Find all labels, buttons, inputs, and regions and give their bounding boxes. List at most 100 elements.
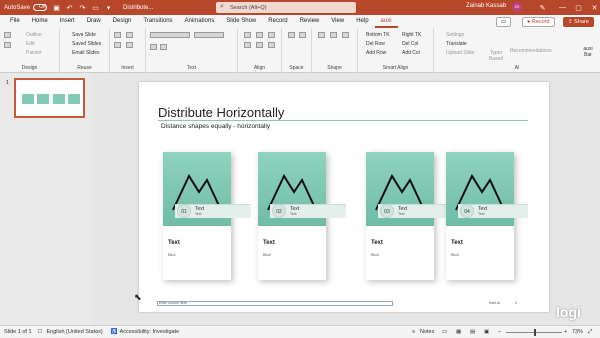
slide-counter[interactable]: Slide 1 of 1	[4, 329, 32, 335]
bottom-tk-button[interactable]: Bottom TK	[366, 32, 390, 38]
card-4[interactable]: 04 Text Text Text Bio4	[446, 152, 528, 280]
distribute-vertical-icon[interactable]	[299, 32, 306, 38]
group-space: Space	[282, 28, 312, 73]
zoom-level[interactable]: 73%	[572, 329, 583, 335]
notes-button[interactable]: Notes	[420, 329, 434, 335]
avatar[interactable]: ZK	[512, 2, 522, 12]
maximize-icon[interactable]: ▢	[574, 3, 583, 12]
undo-icon[interactable]: ↶	[65, 3, 74, 12]
present-icon[interactable]: ▭	[91, 3, 100, 12]
font-size-box[interactable]	[194, 32, 224, 38]
slide-subtitle[interactable]: Distance shapes equally - horizontally	[161, 123, 270, 130]
group-label-text: Text	[186, 65, 197, 71]
font-box[interactable]	[150, 32, 190, 38]
typer-based-button[interactable]: Typer Based	[486, 50, 506, 62]
auxi-bar-button[interactable]: auxi Bar	[582, 46, 594, 58]
group-insert: Insert	[110, 28, 146, 73]
email-slides-button[interactable]: Email Slides	[72, 50, 100, 56]
zoom-slider-thumb[interactable]	[534, 329, 536, 336]
bold-icon[interactable]	[150, 44, 157, 50]
add-row-button[interactable]: Add Row	[366, 50, 386, 56]
customize-qat-icon[interactable]: ▾	[104, 3, 113, 12]
slide-canvas[interactable]: Distribute Horizontally Distance shapes …	[139, 82, 549, 312]
del-row-button[interactable]: Del Row	[366, 41, 385, 47]
accessibility-status[interactable]: Accessibility: Investigate	[120, 329, 180, 335]
card-1[interactable]: 01 Text Text Text Bio1	[163, 152, 251, 280]
settings-button[interactable]: Settings	[446, 32, 464, 38]
painter-button[interactable]: Painter	[26, 50, 42, 56]
shape-size-icon[interactable]	[342, 32, 349, 38]
recommendations-button[interactable]: Recommendations	[510, 48, 552, 54]
align-middle-icon[interactable]	[256, 42, 263, 48]
card-band-subtitle: Text	[478, 212, 485, 216]
comments-button[interactable]: ▭	[496, 17, 512, 27]
fit-slide-icon[interactable]: ⤢	[588, 329, 592, 336]
minimize-icon[interactable]: —	[558, 3, 567, 12]
tab-view[interactable]: View	[325, 15, 350, 28]
language-status[interactable]: English (United States)	[46, 329, 102, 335]
align-top-icon[interactable]	[244, 42, 251, 48]
tab-insert[interactable]: Insert	[54, 15, 81, 28]
tab-slide-show[interactable]: Slide Show	[220, 15, 262, 28]
reading-view-icon[interactable]: ▤	[470, 329, 475, 335]
insert-shape-icon[interactable]	[114, 42, 121, 48]
zoom-in-icon[interactable]: +	[564, 329, 567, 335]
slide-title[interactable]: Distribute Horizontally	[158, 105, 284, 120]
tab-review[interactable]: Review	[294, 15, 326, 28]
save-icon[interactable]: ▣	[52, 3, 61, 12]
tab-auxi[interactable]: auxi	[374, 15, 398, 28]
search-box[interactable]: ⌕ Search (Alt+Q)	[216, 2, 356, 13]
align-center-icon[interactable]	[256, 32, 263, 38]
card-title: Text	[263, 240, 275, 246]
footer-source[interactable]: Enter source here	[157, 301, 393, 306]
translate-button[interactable]: Translate	[446, 41, 467, 47]
tab-design[interactable]: Design	[107, 15, 138, 28]
pen-icon[interactable]: ✎	[538, 3, 547, 12]
edit-icon[interactable]	[4, 42, 11, 48]
shape-height-icon[interactable]	[330, 32, 337, 38]
normal-view-icon[interactable]: ▭	[442, 329, 447, 335]
group-ai: Settings Translate Upload Slide Typer Ba…	[434, 28, 600, 73]
card-3[interactable]: 03 Text Text Text Bio3	[366, 152, 454, 280]
user-name[interactable]: Zainab Kassab	[466, 3, 506, 9]
share-button[interactable]: ⇪ Share	[563, 17, 594, 27]
redo-icon[interactable]: ↷	[78, 3, 87, 12]
autosave-toggle[interactable]: Off	[33, 4, 48, 11]
italic-icon[interactable]	[160, 44, 167, 50]
design-icon[interactable]	[4, 32, 11, 38]
slide-sorter-icon[interactable]: ▦	[456, 329, 461, 335]
insert-chart-icon[interactable]	[114, 32, 121, 38]
outline-button[interactable]: Outline	[26, 32, 42, 38]
slideshow-view-icon[interactable]: ▣	[484, 329, 489, 335]
zoom-out-icon[interactable]: −	[498, 329, 501, 335]
tab-animations[interactable]: Animations	[179, 15, 221, 28]
tab-transitions[interactable]: Transitions	[137, 15, 178, 28]
record-button[interactable]: ● Record	[522, 17, 555, 27]
tab-home[interactable]: Home	[26, 15, 54, 28]
close-icon[interactable]: ✕	[590, 3, 599, 12]
card-2[interactable]: 02 Text Text Text Bio2	[258, 152, 346, 280]
group-label-ai: AI	[514, 65, 520, 71]
align-bottom-icon[interactable]	[268, 42, 275, 48]
tab-draw[interactable]: Draw	[81, 15, 107, 28]
save-slide-button[interactable]: Save Slide	[72, 32, 96, 38]
upload-slide-button[interactable]: Upload Slide	[446, 50, 474, 56]
edit-button[interactable]: Edit	[26, 41, 35, 47]
tab-file[interactable]: File	[4, 15, 26, 28]
insert-table-icon[interactable]	[126, 32, 133, 38]
right-tk-button[interactable]: Right TK	[402, 32, 421, 38]
align-left-icon[interactable]	[244, 32, 251, 38]
insert-image-icon[interactable]	[126, 42, 133, 48]
saved-slides-button[interactable]: Saved Slides	[72, 41, 101, 47]
tab-help[interactable]: Help	[350, 15, 374, 28]
add-col-button[interactable]: Add Col	[402, 50, 420, 56]
slide-thumbnail[interactable]	[14, 78, 85, 118]
group-label-reuse: Reuse	[77, 65, 92, 71]
spellcheck-icon[interactable]: ☐	[38, 329, 43, 335]
del-col-button[interactable]: Del Col	[402, 41, 418, 47]
distribute-horizontal-icon[interactable]	[288, 32, 295, 38]
document-title[interactable]: Distribute...	[123, 5, 153, 11]
shape-width-icon[interactable]	[318, 32, 325, 38]
tab-record[interactable]: Record	[262, 15, 293, 28]
align-right-icon[interactable]	[268, 32, 275, 38]
